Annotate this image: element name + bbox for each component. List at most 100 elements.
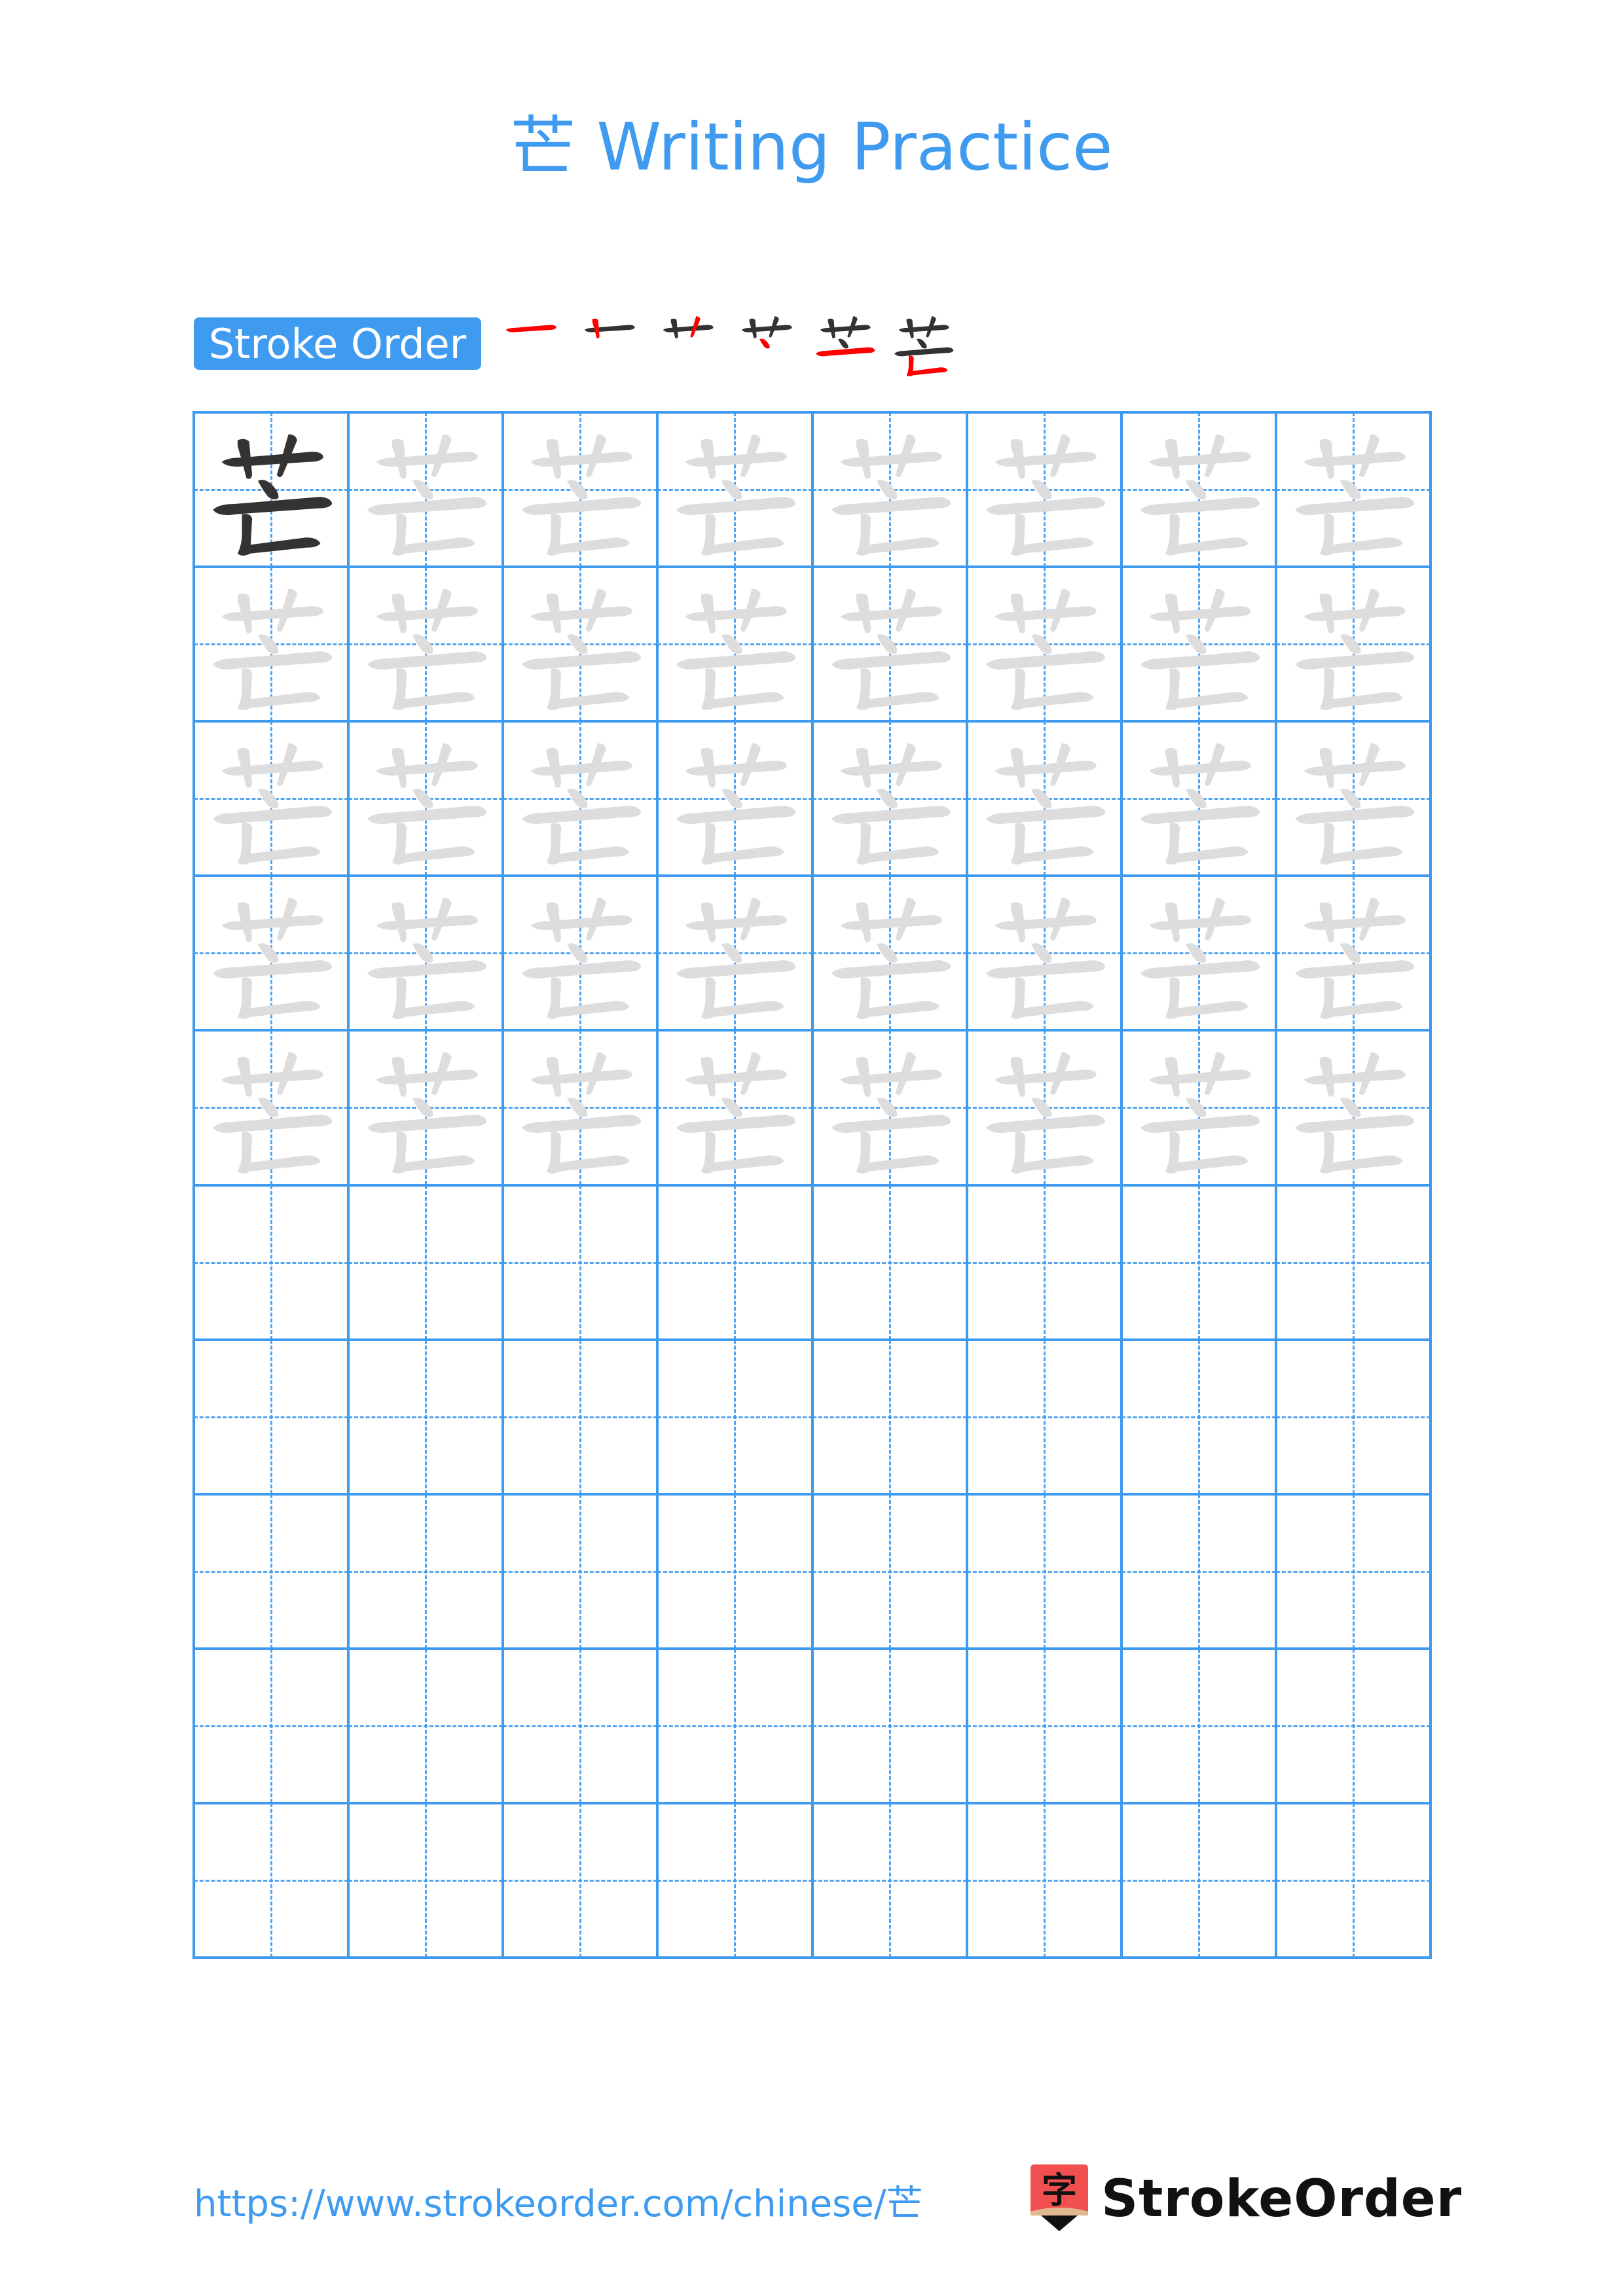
practice-cell[interactable]: [812, 1803, 967, 1958]
stroke-6: [547, 514, 630, 556]
stroke-step-glyph: [816, 316, 875, 357]
practice-cell[interactable]: [503, 1648, 658, 1803]
practice-cell[interactable]: [657, 1339, 812, 1494]
practice-cell[interactable]: [1275, 1339, 1431, 1494]
practice-cell[interactable]: [1121, 721, 1276, 876]
practice-cell[interactable]: [503, 567, 658, 722]
grid-line-horizontal: [192, 1801, 1432, 1804]
stroke-order-badge: Stroke Order: [194, 317, 481, 370]
practice-cell[interactable]: [348, 721, 503, 876]
practice-cell[interactable]: [812, 876, 967, 1031]
practice-cell[interactable]: [657, 567, 812, 722]
practice-cell[interactable]: [194, 721, 349, 876]
guide-line-vertical: [270, 1494, 273, 1649]
practice-cell[interactable]: [812, 1494, 967, 1649]
practice-cell[interactable]: [503, 1494, 658, 1649]
practice-cell[interactable]: [812, 567, 967, 722]
practice-cell[interactable]: [1275, 721, 1431, 876]
practice-cell[interactable]: [348, 1494, 503, 1649]
practice-cell[interactable]: [194, 1339, 349, 1494]
practice-cell[interactable]: [1121, 412, 1276, 567]
practice-cell[interactable]: [1275, 1648, 1431, 1803]
practice-cell[interactable]: [503, 1185, 658, 1340]
practice-cell[interactable]: [194, 1803, 349, 1958]
guide-line-vertical: [734, 1803, 737, 1958]
practice-cell[interactable]: [1275, 1030, 1431, 1185]
guide-line-vertical: [1043, 1185, 1046, 1340]
practice-cell[interactable]: [966, 412, 1122, 567]
practice-cell[interactable]: [348, 567, 503, 722]
stroke-4: [258, 943, 279, 963]
practice-cell[interactable]: [1121, 1339, 1276, 1494]
practice-cell[interactable]: [503, 876, 658, 1031]
practice-cell[interactable]: [657, 876, 812, 1031]
practice-cell[interactable]: [812, 1185, 967, 1340]
stroke-step-glyph: [894, 316, 954, 377]
practice-cell[interactable]: [966, 1648, 1122, 1803]
practice-cell[interactable]: [966, 721, 1122, 876]
stroke-4: [721, 1098, 742, 1118]
practice-cell[interactable]: [1121, 1494, 1276, 1649]
practice-cell[interactable]: [657, 1185, 812, 1340]
practice-cell[interactable]: [812, 721, 967, 876]
practice-cell[interactable]: [812, 412, 967, 567]
practice-cell[interactable]: [194, 1185, 349, 1340]
stroke-5: [522, 497, 642, 516]
stroke-1: [376, 606, 479, 622]
practice-cell[interactable]: [657, 1803, 812, 1958]
practice-cell[interactable]: [1121, 1185, 1276, 1340]
practice-cell[interactable]: [348, 412, 503, 567]
practice-cell[interactable]: [348, 1339, 503, 1494]
practice-cell[interactable]: [657, 1030, 812, 1185]
practice-cell[interactable]: [966, 1185, 1122, 1340]
practice-cell[interactable]: [503, 721, 658, 876]
practice-cell[interactable]: [812, 1648, 967, 1803]
practice-cell[interactable]: [657, 1494, 812, 1649]
stroke-6: [1319, 1132, 1403, 1174]
practice-cell[interactable]: [348, 1185, 503, 1340]
practice-cell[interactable]: [194, 876, 349, 1031]
practice-cell[interactable]: [194, 1494, 349, 1649]
practice-cell[interactable]: [1275, 567, 1431, 722]
practice-cell[interactable]: [348, 1803, 503, 1958]
practice-cell[interactable]: [1121, 1648, 1276, 1803]
practice-cell[interactable]: [1275, 876, 1431, 1031]
practice-cell[interactable]: [657, 412, 812, 567]
practice-cell[interactable]: [966, 1494, 1122, 1649]
stroke-5: [213, 497, 333, 516]
practice-cell[interactable]: [812, 1030, 967, 1185]
practice-cell[interactable]: [966, 1030, 1122, 1185]
practice-cell[interactable]: [503, 1339, 658, 1494]
practice-cell[interactable]: [966, 876, 1122, 1031]
practice-cell[interactable]: [1275, 1185, 1431, 1340]
practice-cell[interactable]: [1275, 1803, 1431, 1958]
stroke-1: [994, 1069, 1097, 1085]
practice-cell[interactable]: [503, 1030, 658, 1185]
practice-cell[interactable]: [348, 1648, 503, 1803]
practice-cell[interactable]: [503, 1803, 658, 1958]
practice-cell[interactable]: [348, 876, 503, 1031]
practice-cell[interactable]: [1275, 1494, 1431, 1649]
practice-cell[interactable]: [1121, 567, 1276, 722]
practice-cell[interactable]: [812, 1339, 967, 1494]
practice-cell[interactable]: [657, 1648, 812, 1803]
practice-cell[interactable]: [194, 1648, 349, 1803]
practice-cell[interactable]: [348, 1030, 503, 1185]
practice-cell[interactable]: [966, 567, 1122, 722]
footer-url-link[interactable]: https://www.strokeorder.com/chinese/芒: [194, 2174, 923, 2227]
practice-cell[interactable]: [657, 721, 812, 876]
practice-cell[interactable]: [1121, 1030, 1276, 1185]
practice-cell[interactable]: [194, 1030, 349, 1185]
practice-cell[interactable]: [503, 412, 658, 567]
trace-character: [213, 898, 333, 1020]
practice-cell[interactable]: [1121, 876, 1276, 1031]
trace-character: [522, 898, 642, 1020]
practice-cell[interactable]: [194, 567, 349, 722]
practice-cell[interactable]: [194, 412, 349, 567]
practice-cell[interactable]: [966, 1339, 1122, 1494]
strokeorder-logo[interactable]: 字 StrokeOrder: [1029, 2163, 1462, 2235]
practice-cell[interactable]: [966, 1803, 1122, 1958]
stroke-step-5: [809, 308, 881, 380]
practice-cell[interactable]: [1121, 1803, 1276, 1958]
practice-cell[interactable]: [1275, 412, 1431, 567]
